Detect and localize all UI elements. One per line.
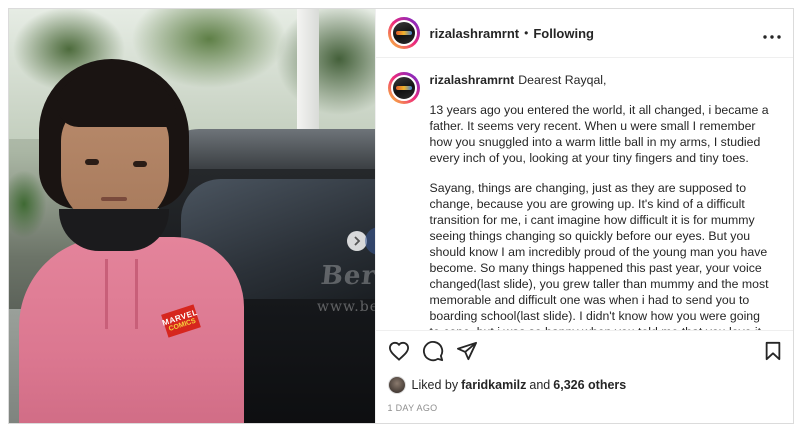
post-photo[interactable]: MARVEL COMICS — [9, 9, 375, 423]
like-button[interactable] — [388, 341, 410, 361]
author-username[interactable]: rizalashramrnt — [430, 26, 520, 41]
post-panel: rizalashramrnt • Following rizalashramrn… — [374, 9, 793, 423]
comment-icon — [422, 340, 443, 361]
likes-summary: Liked by faridkamilz and 6,326 others — [387, 376, 630, 394]
likes-prefix: Liked by — [411, 378, 459, 392]
caption-paragraph: 13 years ago you entered the world, it a… — [429, 103, 769, 165]
caption-text: rizalashramrnt Dearest Rayqal, 13 years a… — [430, 72, 770, 330]
following-button[interactable]: Following — [533, 26, 594, 41]
boy-right-eye — [133, 161, 147, 167]
boy-mouth — [101, 197, 127, 201]
instagram-post: MARVEL COMICS f Berita Kopi www.beritako… — [8, 8, 794, 424]
likes-conjunction: and — [529, 378, 551, 392]
save-button[interactable] — [764, 341, 782, 361]
comment-button[interactable] — [422, 340, 444, 362]
caption-area: rizalashramrnt Dearest Rayqal, 13 years a… — [376, 58, 793, 330]
caption-paragraph: Sayang, things are changing, just as the… — [429, 181, 769, 330]
likes-others-link[interactable]: 6,326 others — [553, 378, 626, 392]
hoodie-string-right — [135, 259, 138, 329]
header-separator: • — [524, 26, 529, 40]
action-bar — [375, 330, 793, 370]
chevron-right-icon — [354, 236, 361, 246]
author-avatar[interactable] — [387, 17, 420, 49]
liker-avatar[interactable] — [387, 376, 406, 394]
liker-username[interactable]: faridkamilz — [461, 378, 526, 392]
bookmark-icon — [765, 341, 780, 360]
boy-fringe — [57, 77, 177, 127]
more-options-button[interactable] — [763, 23, 781, 44]
car-roof — [159, 129, 375, 169]
boy-left-eye — [85, 159, 99, 165]
hoodie-string-left — [105, 259, 108, 329]
pink-hoodie — [19, 237, 244, 423]
caption-username[interactable]: rizalashramrnt — [430, 73, 515, 87]
caption-greeting: Dearest Rayqal, — [518, 73, 607, 87]
next-slide-button[interactable] — [347, 231, 367, 251]
post-header: rizalashramrnt • Following — [375, 9, 793, 58]
send-icon — [456, 341, 477, 360]
share-button[interactable] — [456, 341, 478, 361]
caption-author-avatar[interactable] — [387, 72, 420, 104]
post-timestamp[interactable]: 1 DAY AGO — [388, 403, 438, 413]
more-horizontal-icon — [763, 34, 781, 39]
heart-icon — [388, 341, 409, 361]
